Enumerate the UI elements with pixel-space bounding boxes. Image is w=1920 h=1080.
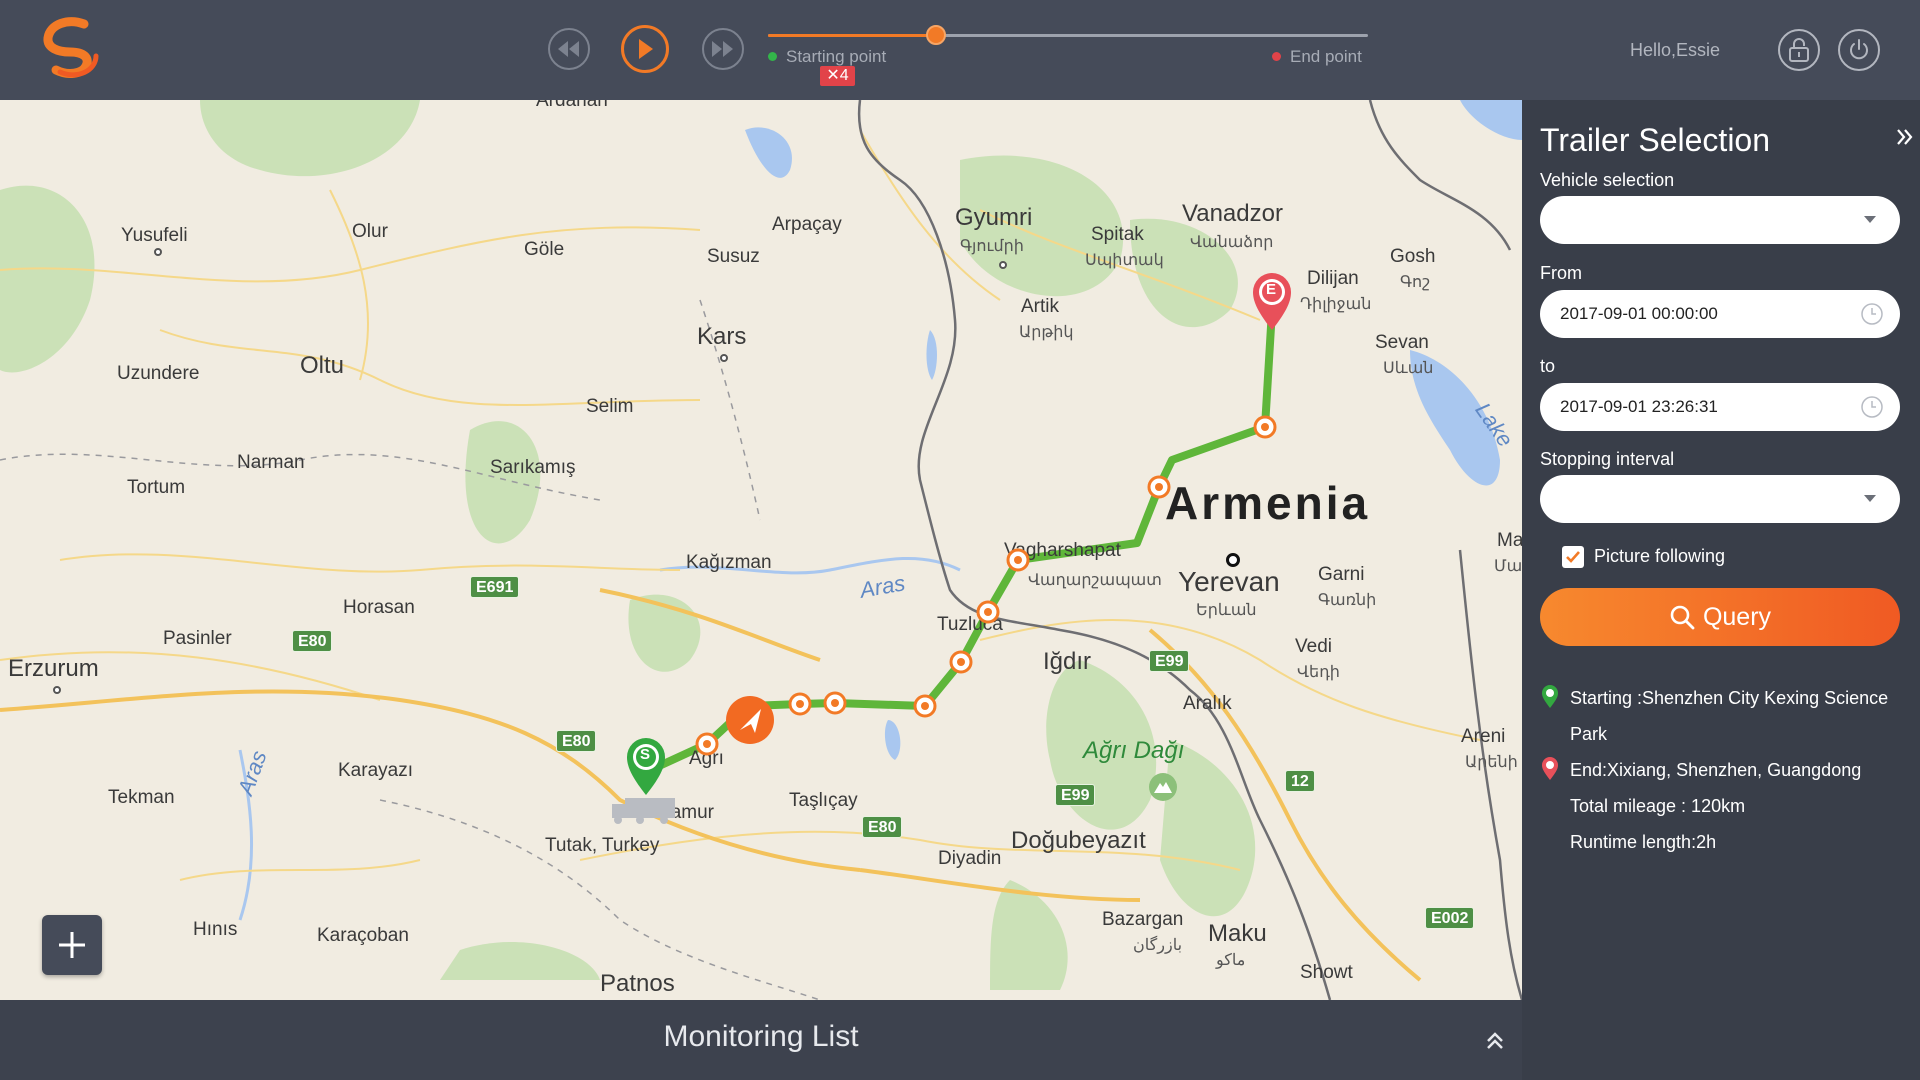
play-icon (639, 39, 653, 59)
search-icon (1670, 605, 1695, 630)
stopping-interval-label: Stopping interval (1540, 449, 1675, 469)
start-point-text: Starting point (786, 47, 887, 66)
chevron-down-icon (1864, 495, 1876, 502)
playback-progress-fill (768, 34, 936, 37)
end-pin-icon (1542, 757, 1558, 780)
user-greeting: Hello,Essie (1630, 40, 1721, 60)
end-marker-letter: E (1266, 281, 1277, 298)
double-chevron-up-icon[interactable] (1480, 1026, 1510, 1056)
clock-icon (1861, 396, 1883, 418)
truck-icon (612, 798, 675, 824)
rewind-button[interactable] (548, 28, 590, 70)
picture-following-checkbox[interactable] (1562, 546, 1584, 568)
power-icon (1850, 39, 1868, 60)
play-button[interactable] (621, 25, 669, 73)
power-button[interactable] (1838, 29, 1880, 71)
fast-forward-icon (712, 41, 733, 57)
route-waypoint[interactable] (788, 692, 812, 716)
playback-speed-badge[interactable]: ✕4 (820, 66, 855, 86)
route-waypoint[interactable] (1006, 548, 1030, 572)
checkmark-icon (1566, 551, 1580, 563)
zoom-in-button[interactable] (42, 915, 102, 975)
to-datetime-field[interactable]: 2017-09-01 23:26:31 (1540, 383, 1900, 431)
end-point-label: End point (1272, 47, 1362, 67)
start-marker-letter: S (640, 746, 651, 763)
query-button[interactable]: Query (1540, 588, 1900, 646)
vehicle-position-marker[interactable] (726, 696, 774, 744)
end-point-text: End point (1290, 47, 1362, 66)
from-datetime-field[interactable]: 2017-09-01 00:00:00 (1540, 290, 1900, 338)
s-logo-icon[interactable] (38, 14, 106, 82)
total-mileage-info: Total mileage : 120km (1570, 796, 1746, 816)
trailer-selection-panel: Trailer Selection Vehicle selection From… (1522, 100, 1920, 1080)
query-button-label: Query (1702, 602, 1772, 631)
vehicle-select[interactable] (1540, 196, 1900, 244)
route-waypoint[interactable] (695, 732, 719, 756)
panel-title: Trailer Selection (1540, 122, 1771, 158)
monitoring-list-title: Monitoring List (663, 1020, 859, 1053)
starting-info-line1: Starting :Shenzhen City Kexing Science (1570, 688, 1889, 708)
start-point-label: Starting point (768, 47, 886, 67)
unlock-icon (1789, 38, 1809, 62)
from-datetime-value: 2017-09-01 00:00:00 (1560, 304, 1718, 323)
route-waypoint[interactable] (1147, 475, 1171, 499)
end-info: End:Xixiang, Shenzhen, Guangdong (1570, 760, 1862, 780)
starting-info: Starting :Shenzhen City Kexing Science P… (1570, 680, 1888, 752)
to-label: to (1540, 356, 1556, 376)
map-view[interactable]: Ardahan Yusufeli Olur Göle Arpaçay Susuz… (0, 100, 1522, 1000)
stopping-interval-select[interactable] (1540, 475, 1900, 523)
clock-icon (1861, 303, 1883, 325)
fast-forward-button[interactable] (702, 28, 744, 70)
start-pin-icon (1542, 685, 1558, 708)
app-root: Starting point End point ✕4 Hello,Essie (0, 0, 1920, 1080)
from-label: From (1540, 263, 1582, 283)
route-waypoint[interactable] (1253, 415, 1277, 439)
route-waypoint[interactable] (976, 600, 1000, 624)
lock-button[interactable] (1778, 29, 1820, 71)
monitoring-list-bar[interactable]: Monitoring List (0, 1000, 1522, 1080)
double-chevron-right-icon[interactable] (1894, 126, 1916, 148)
vehicle-selection-label: Vehicle selection (1540, 170, 1675, 190)
rewind-icon (558, 41, 579, 57)
playback-progress-slider[interactable] (768, 25, 1368, 45)
picture-following-label: Picture following (1594, 546, 1726, 566)
chevron-down-icon (1864, 216, 1876, 223)
playback-progress-handle[interactable] (926, 25, 946, 45)
starting-info-line2: Park (1570, 724, 1608, 744)
to-datetime-value: 2017-09-01 23:26:31 (1560, 397, 1718, 416)
end-dot-icon (1272, 52, 1281, 61)
plus-icon (59, 932, 85, 958)
start-dot-icon (768, 52, 777, 61)
top-bar: Starting point End point ✕4 Hello,Essie (0, 0, 1920, 100)
route-waypoints (612, 273, 1291, 824)
route-waypoint[interactable] (913, 694, 937, 718)
runtime-length-info: Runtime length:2h (1570, 832, 1717, 852)
route-waypoint[interactable] (949, 650, 973, 674)
route-waypoint[interactable] (823, 691, 847, 715)
